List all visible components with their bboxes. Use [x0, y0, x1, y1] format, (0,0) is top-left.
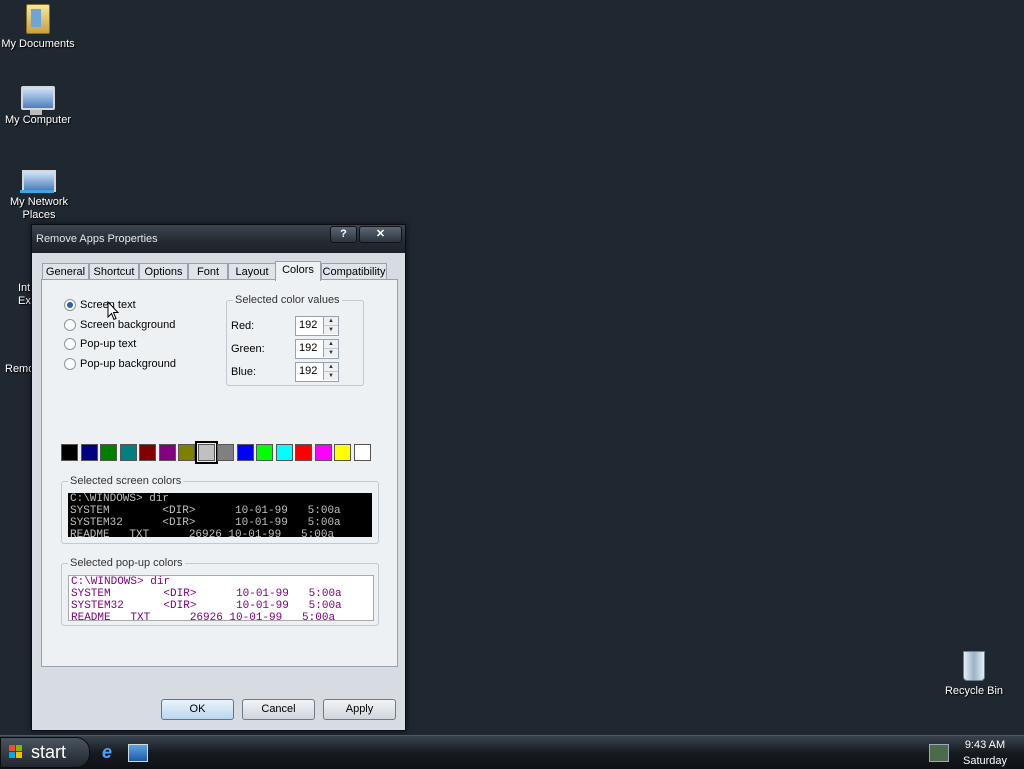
- selected-color-values-group: Selected color values Red: 192 ▲ ▼ Green…: [226, 294, 364, 386]
- green-value: 192: [299, 342, 318, 354]
- color-swatch[interactable]: [119, 444, 137, 461]
- help-button[interactable]: ?: [330, 226, 357, 243]
- group-title: Selected pop-up colors: [68, 557, 185, 569]
- dialog-titlebar[interactable]: Remove Apps Properties ? ✕: [32, 225, 405, 253]
- tab-shortcut[interactable]: Shortcut: [89, 263, 139, 280]
- colors-tab-panel: Screen text Screen background Pop-up tex…: [41, 279, 398, 667]
- blue-up-arrow-icon[interactable]: ▲: [323, 363, 338, 372]
- desktop-icon-my-computer[interactable]: My Computer: [0, 86, 78, 127]
- radio-label: Pop-up background: [80, 358, 177, 370]
- color-swatch[interactable]: [217, 444, 234, 461]
- selected-screen-colors-group: Selected screen colors C:\WINDOWS> dir S…: [61, 475, 379, 544]
- color-swatch[interactable]: [158, 444, 176, 461]
- security-tray-icon[interactable]: [929, 744, 949, 762]
- desktop-icon-label: My Network Places: [9, 196, 69, 221]
- color-swatch[interactable]: [61, 444, 78, 461]
- popup-colors-preview: C:\WINDOWS> dir SYSTEM <DIR> 10-01-99 5:…: [68, 575, 374, 621]
- color-swatch[interactable]: [100, 444, 117, 461]
- start-label: start: [31, 742, 67, 762]
- color-swatch[interactable]: [194, 441, 218, 464]
- group-title: Selected color values: [233, 294, 342, 306]
- mouse-cursor-icon: [107, 301, 119, 321]
- radio-indicator: [64, 358, 76, 370]
- color-swatch[interactable]: [295, 444, 312, 461]
- clock-day: Saturday: [962, 755, 1008, 767]
- start-button[interactable]: start: [0, 737, 90, 768]
- tab-compatibility[interactable]: Compatibility: [321, 263, 387, 280]
- taskbar: start e 9:43 AM Saturday: [0, 735, 1024, 769]
- color-swatch[interactable]: [275, 444, 293, 461]
- selected-popup-colors-group: Selected pop-up colors C:\WINDOWS> dir S…: [61, 557, 379, 626]
- tab-font[interactable]: Font: [188, 263, 228, 280]
- show-desktop-icon[interactable]: [128, 744, 148, 762]
- ok-button[interactable]: OK: [161, 699, 234, 720]
- tab-options[interactable]: Options: [139, 263, 188, 280]
- red-down-arrow-icon[interactable]: ▼: [323, 326, 338, 334]
- desktop-icon-ie-partial-2: Ex: [18, 295, 31, 307]
- system-clock[interactable]: 9:43 AM Saturday: [955, 737, 1015, 769]
- color-swatch[interactable]: [256, 444, 273, 461]
- screen-colors-preview: C:\WINDOWS> dir SYSTEM <DIR> 10-01-99 5:…: [68, 493, 372, 537]
- windows-flag-icon: [9, 745, 23, 759]
- desktop-icon-label: Recycle Bin: [944, 685, 1004, 697]
- red-label: Red:: [231, 320, 255, 332]
- green-label: Green:: [231, 343, 265, 355]
- my-documents-icon: [26, 4, 50, 34]
- dialog-title: Remove Apps Properties: [36, 233, 158, 245]
- network-places-icon: [20, 170, 56, 193]
- green-down-arrow-icon[interactable]: ▼: [323, 349, 338, 357]
- color-swatch[interactable]: [353, 444, 371, 461]
- cancel-button[interactable]: Cancel: [242, 699, 315, 720]
- blue-label: Blue:: [231, 366, 257, 378]
- color-swatch[interactable]: [139, 444, 156, 461]
- clock-time: 9:43 AM: [964, 739, 1006, 751]
- blue-value: 192: [299, 365, 318, 377]
- recycle-bin-icon: [963, 651, 985, 681]
- radio-label: Screen background: [80, 319, 176, 331]
- red-up-arrow-icon[interactable]: ▲: [323, 317, 338, 326]
- radio-indicator: [64, 338, 76, 350]
- color-swatch[interactable]: [236, 444, 254, 461]
- color-swatch[interactable]: [178, 444, 195, 461]
- desktop-icon-label: My Computer: [4, 114, 72, 126]
- red-spinner[interactable]: 192 ▲ ▼: [295, 316, 339, 336]
- desktop-icon-my-network-places[interactable]: My Network Places: [0, 170, 79, 222]
- desktop-icon-my-documents[interactable]: My Documents: [0, 4, 78, 51]
- color-swatch[interactable]: [80, 444, 98, 461]
- apply-button[interactable]: Apply: [323, 699, 396, 720]
- properties-dialog: Remove Apps Properties ? ✕ General Short…: [31, 224, 406, 731]
- desktop-icon-ie-partial[interactable]: Int: [18, 282, 30, 294]
- blue-spinner[interactable]: 192 ▲ ▼: [295, 362, 339, 382]
- my-computer-icon: [21, 86, 55, 115]
- group-title: Selected screen colors: [68, 475, 184, 487]
- radio-indicator: [64, 299, 76, 311]
- dialog-client-area: General Shortcut Options Font Layout Col…: [36, 253, 401, 726]
- green-spinner[interactable]: 192 ▲ ▼: [295, 339, 339, 359]
- color-swatch[interactable]: [334, 444, 351, 461]
- desktop-icon-recycle-bin[interactable]: Recycle Bin: [934, 651, 1014, 698]
- tab-layout[interactable]: Layout: [228, 263, 276, 280]
- desktop-icon-label: My Documents: [1, 38, 75, 50]
- desktop-icon-remove-apps-partial[interactable]: Remo: [5, 363, 34, 375]
- radio-indicator: [64, 319, 76, 331]
- tab-colors[interactable]: Colors: [275, 261, 321, 281]
- close-button[interactable]: ✕: [359, 226, 402, 243]
- blue-down-arrow-icon[interactable]: ▼: [323, 372, 338, 380]
- color-swatch[interactable]: [314, 444, 332, 461]
- green-up-arrow-icon[interactable]: ▲: [323, 340, 338, 349]
- internet-explorer-icon[interactable]: e: [102, 743, 120, 761]
- red-value: 192: [299, 319, 318, 331]
- radio-label: Pop-up text: [80, 338, 137, 350]
- tab-general[interactable]: General: [42, 263, 89, 280]
